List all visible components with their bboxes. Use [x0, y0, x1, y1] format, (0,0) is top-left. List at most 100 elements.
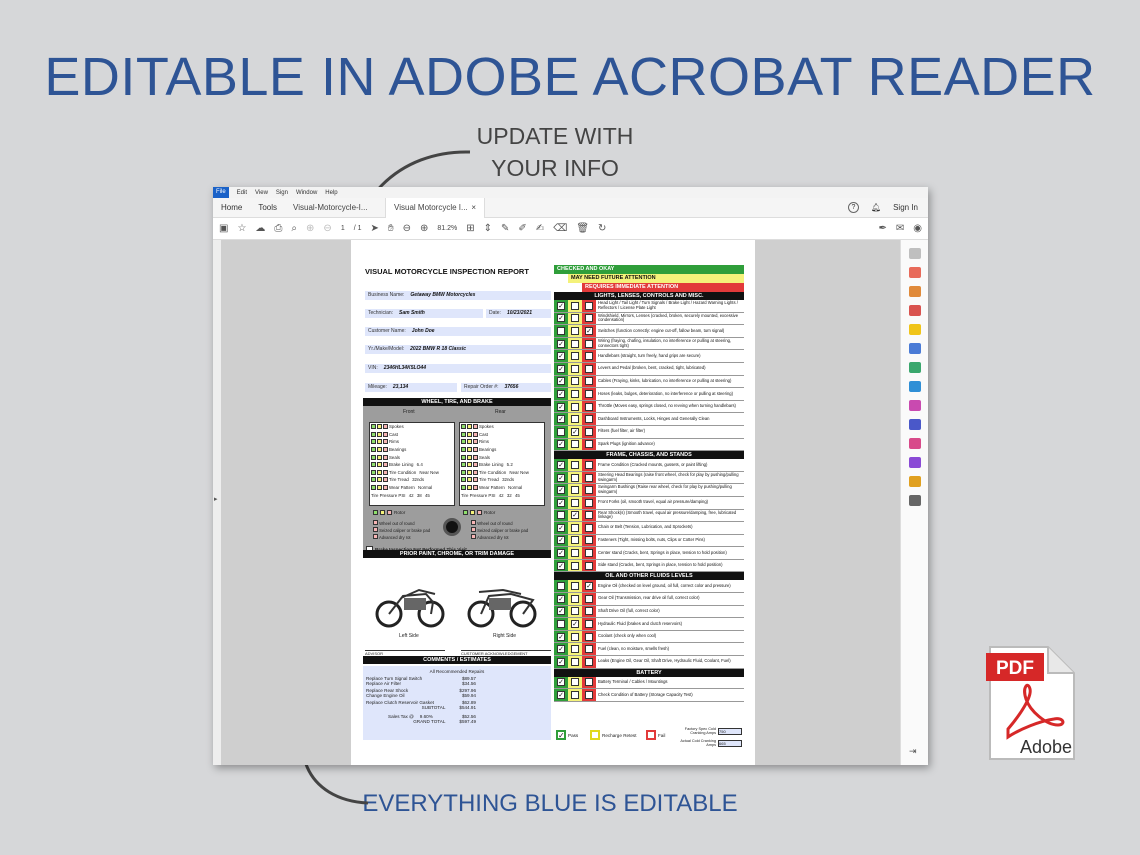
status-checkbox[interactable] [585, 678, 593, 687]
status-checkbox[interactable]: ✓ [557, 389, 565, 398]
status-checkbox[interactable] [571, 352, 579, 361]
status-checkbox[interactable] [585, 440, 593, 449]
list-item[interactable]: Cast [460, 431, 544, 439]
status-checkbox[interactable] [557, 582, 565, 591]
front-tire-condition-value[interactable]: Near New [419, 470, 439, 475]
status-checkbox[interactable]: ✓ [557, 549, 565, 558]
status-checkbox[interactable]: ✓ [557, 339, 565, 348]
status-checkbox[interactable]: ✓ [557, 440, 565, 449]
zoom-tool-icon[interactable] [908, 248, 921, 259]
fill-sign-icon[interactable] [908, 400, 921, 411]
field-mileage[interactable]: Mileage: 23,134 [365, 383, 457, 392]
list-item[interactable]: Tire Condition Near New [370, 469, 454, 477]
bell-icon[interactable]: 🔔︎ [871, 198, 881, 218]
create-pdf-icon[interactable] [908, 267, 921, 278]
status-checkbox[interactable]: ✓ [557, 691, 565, 700]
status-checkbox[interactable]: ✓ [557, 486, 565, 495]
front-tire-tread-value[interactable]: 32nds [412, 477, 424, 482]
status-checkbox[interactable] [571, 632, 579, 641]
delete-icon[interactable]: 🗑︎ [576, 223, 589, 234]
status-checkbox[interactable]: ✓ [557, 632, 565, 641]
status-checkbox[interactable] [585, 549, 593, 558]
status-checkbox[interactable] [585, 364, 593, 373]
field-value[interactable]: Getaway BMW Motorcycles [410, 292, 475, 298]
list-item[interactable]: Advanced dry rot [471, 534, 528, 541]
menu-sign[interactable]: Sign [276, 190, 288, 196]
status-checkbox[interactable] [571, 582, 579, 591]
field-customer-name[interactable]: Customer Name: John Doe [365, 327, 551, 336]
expand-left-icon[interactable]: ▸ [214, 495, 218, 503]
status-checkbox[interactable] [571, 377, 579, 386]
rotate-icon[interactable]: ↻ [598, 223, 606, 234]
front-rotor-row[interactable]: Rotor [373, 510, 405, 515]
menu-window[interactable]: Window [296, 190, 317, 196]
collapse-panel-icon[interactable]: ⇥ [909, 746, 917, 757]
print-icon[interactable]: ⎙ [274, 223, 282, 234]
status-checkbox[interactable] [585, 460, 593, 469]
status-checkbox[interactable] [585, 486, 593, 495]
star-icon[interactable]: ☆ [237, 223, 246, 234]
status-checkbox[interactable] [585, 389, 593, 398]
front-wear-pattern-value[interactable]: Normal [418, 485, 432, 490]
status-checkbox[interactable]: ✓ [557, 594, 565, 603]
highlight-icon[interactable]: ✐ [518, 223, 526, 234]
status-checkbox[interactable]: ✓ [557, 561, 565, 570]
rear-brake-lining-value[interactable]: 5.2 [507, 462, 513, 467]
field-date[interactable]: Date: 10/23/2021 [486, 309, 551, 318]
erase-icon[interactable]: ⌫ [553, 223, 567, 234]
status-checkbox[interactable] [557, 326, 565, 335]
status-checkbox[interactable] [585, 498, 593, 507]
field-value[interactable]: 23,134 [393, 384, 408, 390]
status-checkbox[interactable] [571, 486, 579, 495]
send-review-icon[interactable] [908, 476, 921, 487]
zoom-level[interactable]: 81.2% [437, 225, 457, 232]
list-item[interactable]: Cast [370, 431, 454, 439]
rear-pressure-value[interactable]: 42 [499, 493, 504, 498]
menu-view[interactable]: View [255, 190, 268, 196]
list-item[interactable]: Bearings [370, 446, 454, 454]
status-checkbox[interactable] [585, 314, 593, 323]
status-checkbox[interactable] [585, 377, 593, 386]
account-icon[interactable]: ◉ [913, 223, 922, 234]
list-item[interactable]: Wear Pattern Normal [460, 484, 544, 492]
status-checkbox[interactable] [585, 691, 593, 700]
status-checkbox[interactable] [571, 473, 579, 482]
status-checkbox[interactable]: ✓ [557, 523, 565, 532]
list-item[interactable]: Seized caliper or brake pad [373, 527, 430, 534]
status-checkbox[interactable] [585, 594, 593, 603]
rear-tire-condition-value[interactable]: Near New [509, 470, 529, 475]
status-checkbox[interactable] [571, 440, 579, 449]
tab-document-2[interactable]: Visual Motorcycle I... × [385, 197, 486, 218]
status-checkbox[interactable] [585, 620, 593, 629]
status-checkbox[interactable] [571, 301, 579, 310]
menu-file[interactable]: File [213, 187, 229, 198]
status-checkbox[interactable] [585, 402, 593, 411]
rear-wear-pattern-value[interactable]: Normal [508, 485, 522, 490]
sign-in-button[interactable]: Sign In [893, 198, 918, 218]
organize-pages-icon[interactable] [908, 362, 921, 373]
status-checkbox[interactable]: ✓ [585, 582, 593, 591]
comments-estimates-field[interactable]: All Recommended Repairs Replace Turn Sig… [363, 666, 551, 740]
select-cursor-icon[interactable]: ➤ [371, 223, 379, 234]
status-checkbox[interactable]: ✓ [557, 352, 565, 361]
status-checkbox[interactable] [585, 536, 593, 545]
tab-tools[interactable]: Tools [250, 198, 285, 218]
status-checkbox[interactable] [585, 339, 593, 348]
prepare-form-icon[interactable] [908, 438, 921, 449]
search-icon[interactable]: ⌕ [291, 223, 297, 234]
status-checkbox[interactable]: ✓ [557, 498, 565, 507]
status-checkbox[interactable] [571, 645, 579, 654]
request-signature-icon[interactable] [908, 457, 921, 468]
list-item[interactable]: Seized caliper or brake pad [471, 527, 528, 534]
list-item[interactable]: Tire Condition Near New [460, 469, 544, 477]
status-checkbox[interactable] [571, 561, 579, 570]
status-checkbox[interactable]: ✓ [557, 536, 565, 545]
comment-icon[interactable]: ✎ [501, 223, 509, 234]
status-checkbox[interactable] [571, 339, 579, 348]
list-item[interactable]: Spokes [370, 423, 454, 431]
field-year-make-model[interactable]: Yr./Make/Model: 2022 BMW R 18 Classic [365, 345, 551, 354]
status-checkbox[interactable] [585, 632, 593, 641]
status-checkbox[interactable] [571, 594, 579, 603]
status-checkbox[interactable]: ✓ [557, 314, 565, 323]
list-item[interactable]: Tire Tread 32nds [460, 476, 544, 484]
